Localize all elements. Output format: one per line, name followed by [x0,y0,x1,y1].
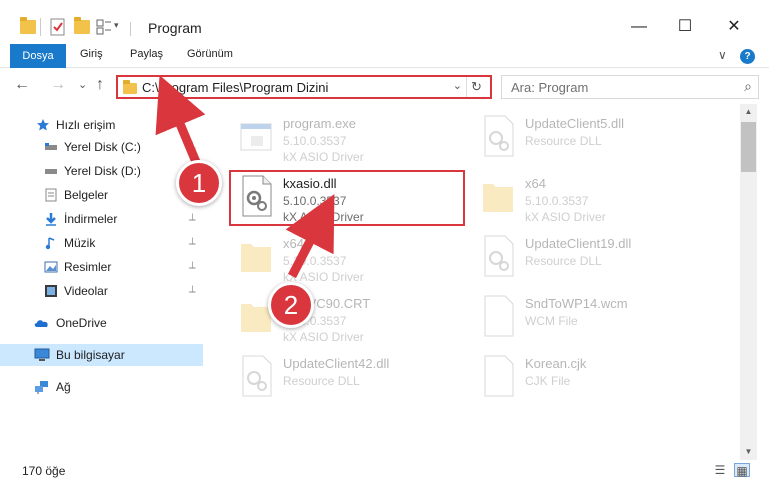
annotation-arrows [155,75,335,279]
arrow-to-address [155,75,206,164]
arrow-to-file [285,194,335,279]
step-2-badge: 2 [268,282,314,328]
step-1-badge: 1 [176,160,222,206]
